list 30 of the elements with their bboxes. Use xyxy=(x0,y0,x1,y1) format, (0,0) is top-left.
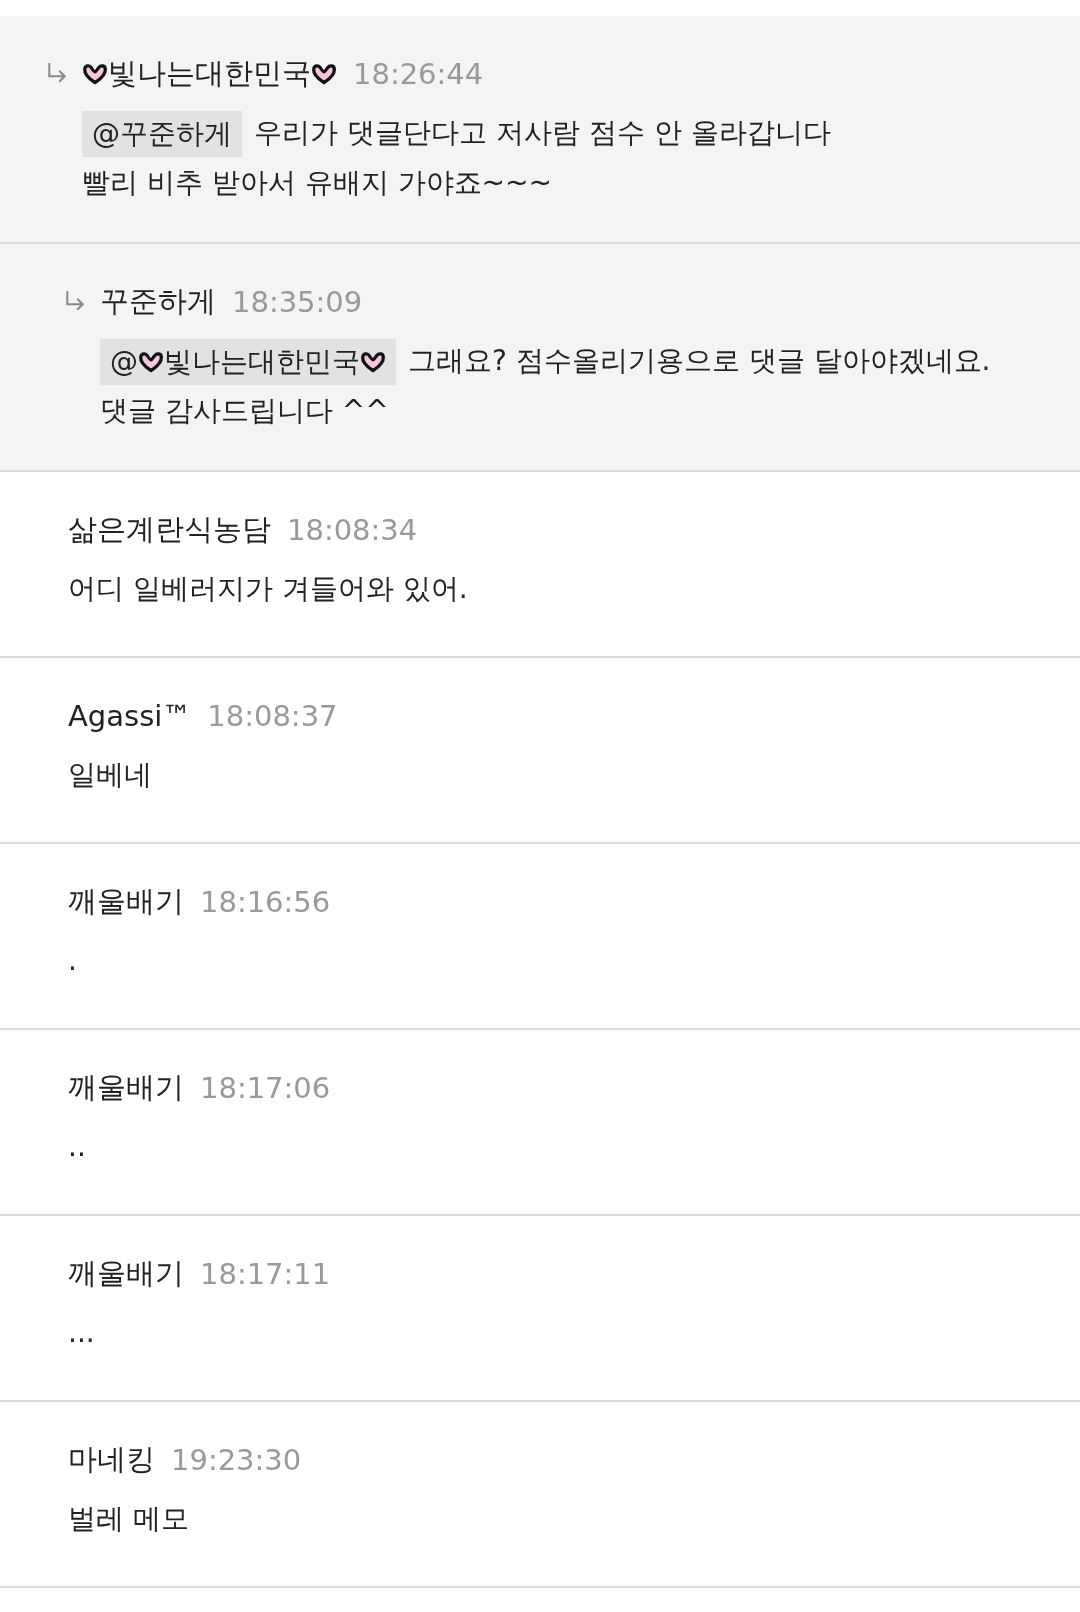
timestamp: 18:08:37 xyxy=(207,699,338,733)
comment-text: 일베네 xyxy=(68,757,153,793)
author-name: 빛나는대한민국 xyxy=(108,55,311,92)
author-name: 삶은계란식농담 xyxy=(68,511,271,548)
author-name: 마네킹 xyxy=(68,1441,155,1478)
heart-icon xyxy=(360,350,386,374)
timestamp: 18:35:09 xyxy=(232,285,363,319)
heart-icon xyxy=(311,62,337,86)
author-name: 깨울배기 xyxy=(68,1069,184,1106)
author-name: Agassi™ xyxy=(68,699,192,733)
timestamp: 18:08:34 xyxy=(287,513,418,547)
comment-text: @꾸준하게 우리가 댓글단다고 저사람 점수 안 올라갑니다 빨리 비추 받아서 유배지 가야죠~~~ xyxy=(82,108,831,208)
comment-text: 어디 일베러지가 겨들어와 있어. xyxy=(68,571,468,607)
mention-tag[interactable]: @꾸준하게 xyxy=(82,111,242,157)
timestamp: 18:17:11 xyxy=(200,1257,331,1291)
mention-tag[interactable]: @ 빛나는대한민국 xyxy=(100,339,396,385)
comment-text: . xyxy=(68,943,78,979)
timestamp: 18:17:06 xyxy=(200,1071,331,1105)
comment-text: 벌레 메모 xyxy=(68,1501,190,1537)
reply-arrow-icon xyxy=(46,62,68,84)
author-name: 깨울배기 xyxy=(68,1255,184,1292)
comment-text: .. xyxy=(68,1129,87,1165)
comment-text: @ 빛나는대한민국 그래요? 점수올리기용으로 댓글 달아야겠네요. 댓글 감사드립니다 ^^ xyxy=(100,336,1000,436)
comment-text: ... xyxy=(68,1315,96,1351)
reply-arrow-icon xyxy=(64,290,86,312)
timestamp: 19:23:30 xyxy=(171,1443,302,1477)
author-name: 깨울배기 xyxy=(68,883,184,920)
author-name: 꾸준하게 xyxy=(100,283,216,320)
timestamp: 18:26:44 xyxy=(353,57,484,91)
timestamp: 18:16:56 xyxy=(200,885,331,919)
